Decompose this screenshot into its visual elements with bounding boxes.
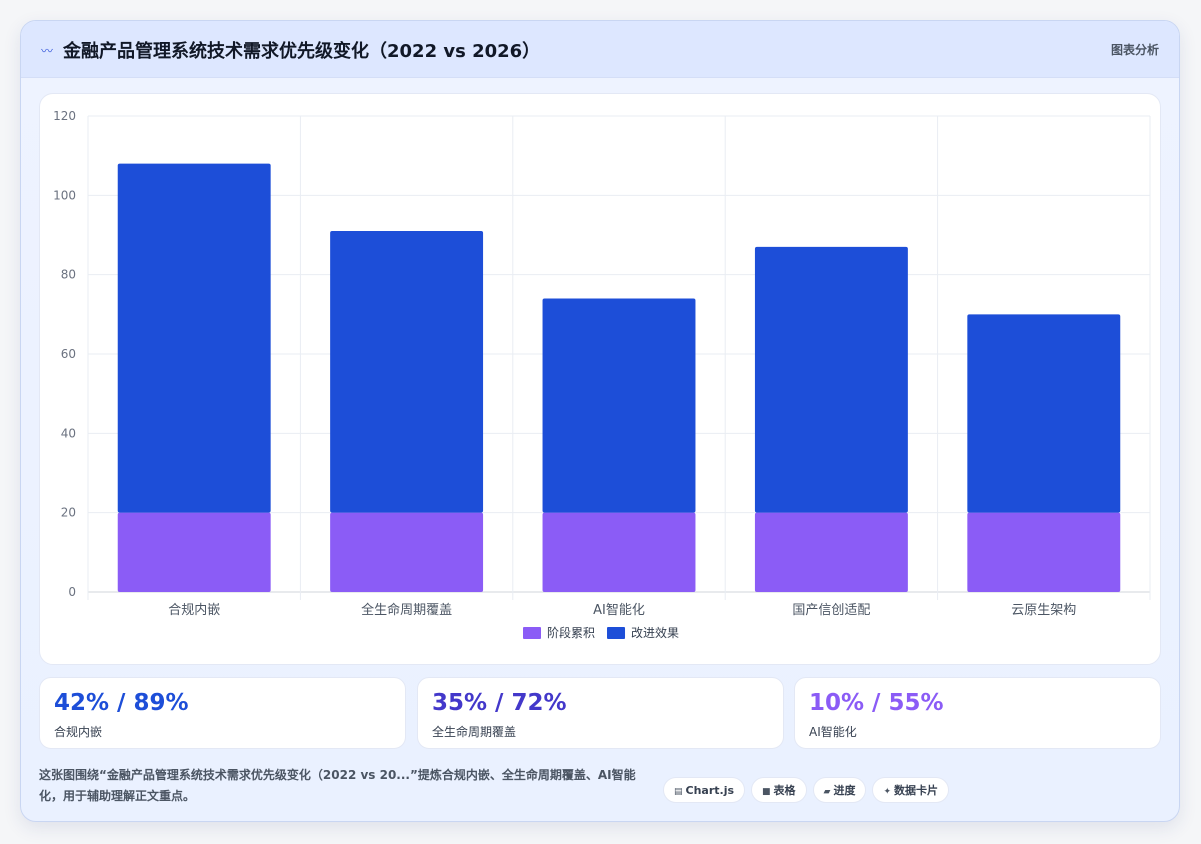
- stat-label: 全生命周期覆盖: [432, 725, 517, 739]
- page-title: 金融产品管理系统技术需求优先级变化（2022 vs 2026）: [63, 41, 541, 62]
- legend-swatch: [607, 627, 626, 639]
- stat-value: 42% / 89%: [54, 690, 189, 716]
- y-tick-label: 40: [61, 426, 76, 440]
- bar-chart: 0 20 40 60 80 100 120 合规内嵌 全生命周期覆盖 AI智能化 国产信创适配 云原生…: [53, 109, 1151, 640]
- bar-改进效果: [542, 298, 696, 513]
- x-tick-label: 云原生架构: [1011, 603, 1076, 618]
- pill-progress[interactable]: ▰ 进度: [812, 777, 867, 803]
- y-tick-label: 100: [53, 188, 76, 202]
- stat-label: 合规内嵌: [54, 725, 103, 739]
- bar-改进效果: [967, 314, 1121, 513]
- footer-description: 这张图围绕“金融产品管理系统技术需求优先级变化（2022 vs 20...”提炼…: [39, 768, 636, 803]
- bar-改进效果: [117, 163, 271, 513]
- bar-阶段累积: [542, 512, 696, 592]
- x-tick-label: 合规内嵌: [168, 602, 220, 618]
- sparkle-icon: ✦: [883, 787, 892, 797]
- bar-阶段累积: [967, 512, 1121, 592]
- stat-card-3: 10% / 55% AI智能化: [794, 677, 1161, 749]
- stat-label: AI智能化: [809, 725, 857, 739]
- pill-chartjs[interactable]: ▤ Chart.js: [663, 777, 746, 803]
- card-header: 〰 金融产品管理系统技术需求优先级变化（2022 vs 2026） 图表分析: [21, 21, 1179, 78]
- y-tick-label: 60: [61, 347, 76, 361]
- pill-label: 数据卡片: [894, 784, 939, 797]
- pill-label: Chart.js: [685, 784, 735, 797]
- header-tag: 图表分析: [1110, 43, 1159, 57]
- pill-label: 进度: [833, 784, 856, 797]
- table-icon: ■: [762, 787, 771, 797]
- tool-pills: ▤ Chart.js ■ 表格 ▰ 进度 ✦ 数据卡片: [663, 777, 955, 803]
- x-tick-label: 国产信创适配: [792, 603, 870, 618]
- bar-阶段累积: [117, 512, 271, 592]
- legend-label: 阶段累积: [547, 625, 595, 640]
- chart-card: 〰 金融产品管理系统技术需求优先级变化（2022 vs 2026） 图表分析 0…: [20, 20, 1180, 822]
- bar-阶段累积: [330, 512, 484, 592]
- chart-panel: 0 20 40 60 80 100 120 合规内嵌 全生命周期覆盖 AI智能化 国产信创适配 云原生…: [39, 93, 1161, 665]
- stat-card-2: 35% / 72% 全生命周期覆盖: [417, 677, 784, 749]
- x-tick-label: AI智能化: [593, 603, 645, 618]
- pulse-icon: 〰: [41, 44, 54, 58]
- legend-label: 改进效果: [631, 625, 679, 640]
- x-tick-label: 全生命周期覆盖: [361, 602, 452, 618]
- y-tick-label: 80: [61, 268, 76, 282]
- pill-table[interactable]: ■ 表格: [751, 777, 807, 803]
- pill-data-card[interactable]: ✦ 数据卡片: [872, 777, 950, 803]
- bar-改进效果: [754, 246, 908, 513]
- bar-阶段累积: [754, 512, 908, 592]
- y-tick-label: 20: [61, 506, 76, 520]
- pill-label: 表格: [773, 784, 796, 797]
- chart-icon: ▤: [674, 787, 683, 797]
- progress-icon: ▰: [823, 787, 831, 797]
- stat-value: 10% / 55%: [809, 690, 944, 716]
- stat-cards: 42% / 89% 合规内嵌 35% / 72% 全生命周期覆盖 10% / 5…: [39, 677, 1161, 749]
- y-tick-label: 0: [68, 585, 76, 599]
- legend-swatch: [523, 627, 541, 639]
- stat-value: 35% / 72%: [432, 690, 567, 716]
- bar-改进效果: [330, 231, 484, 513]
- y-tick-label: 120: [53, 109, 76, 123]
- stat-card-1: 42% / 89% 合规内嵌: [39, 677, 406, 749]
